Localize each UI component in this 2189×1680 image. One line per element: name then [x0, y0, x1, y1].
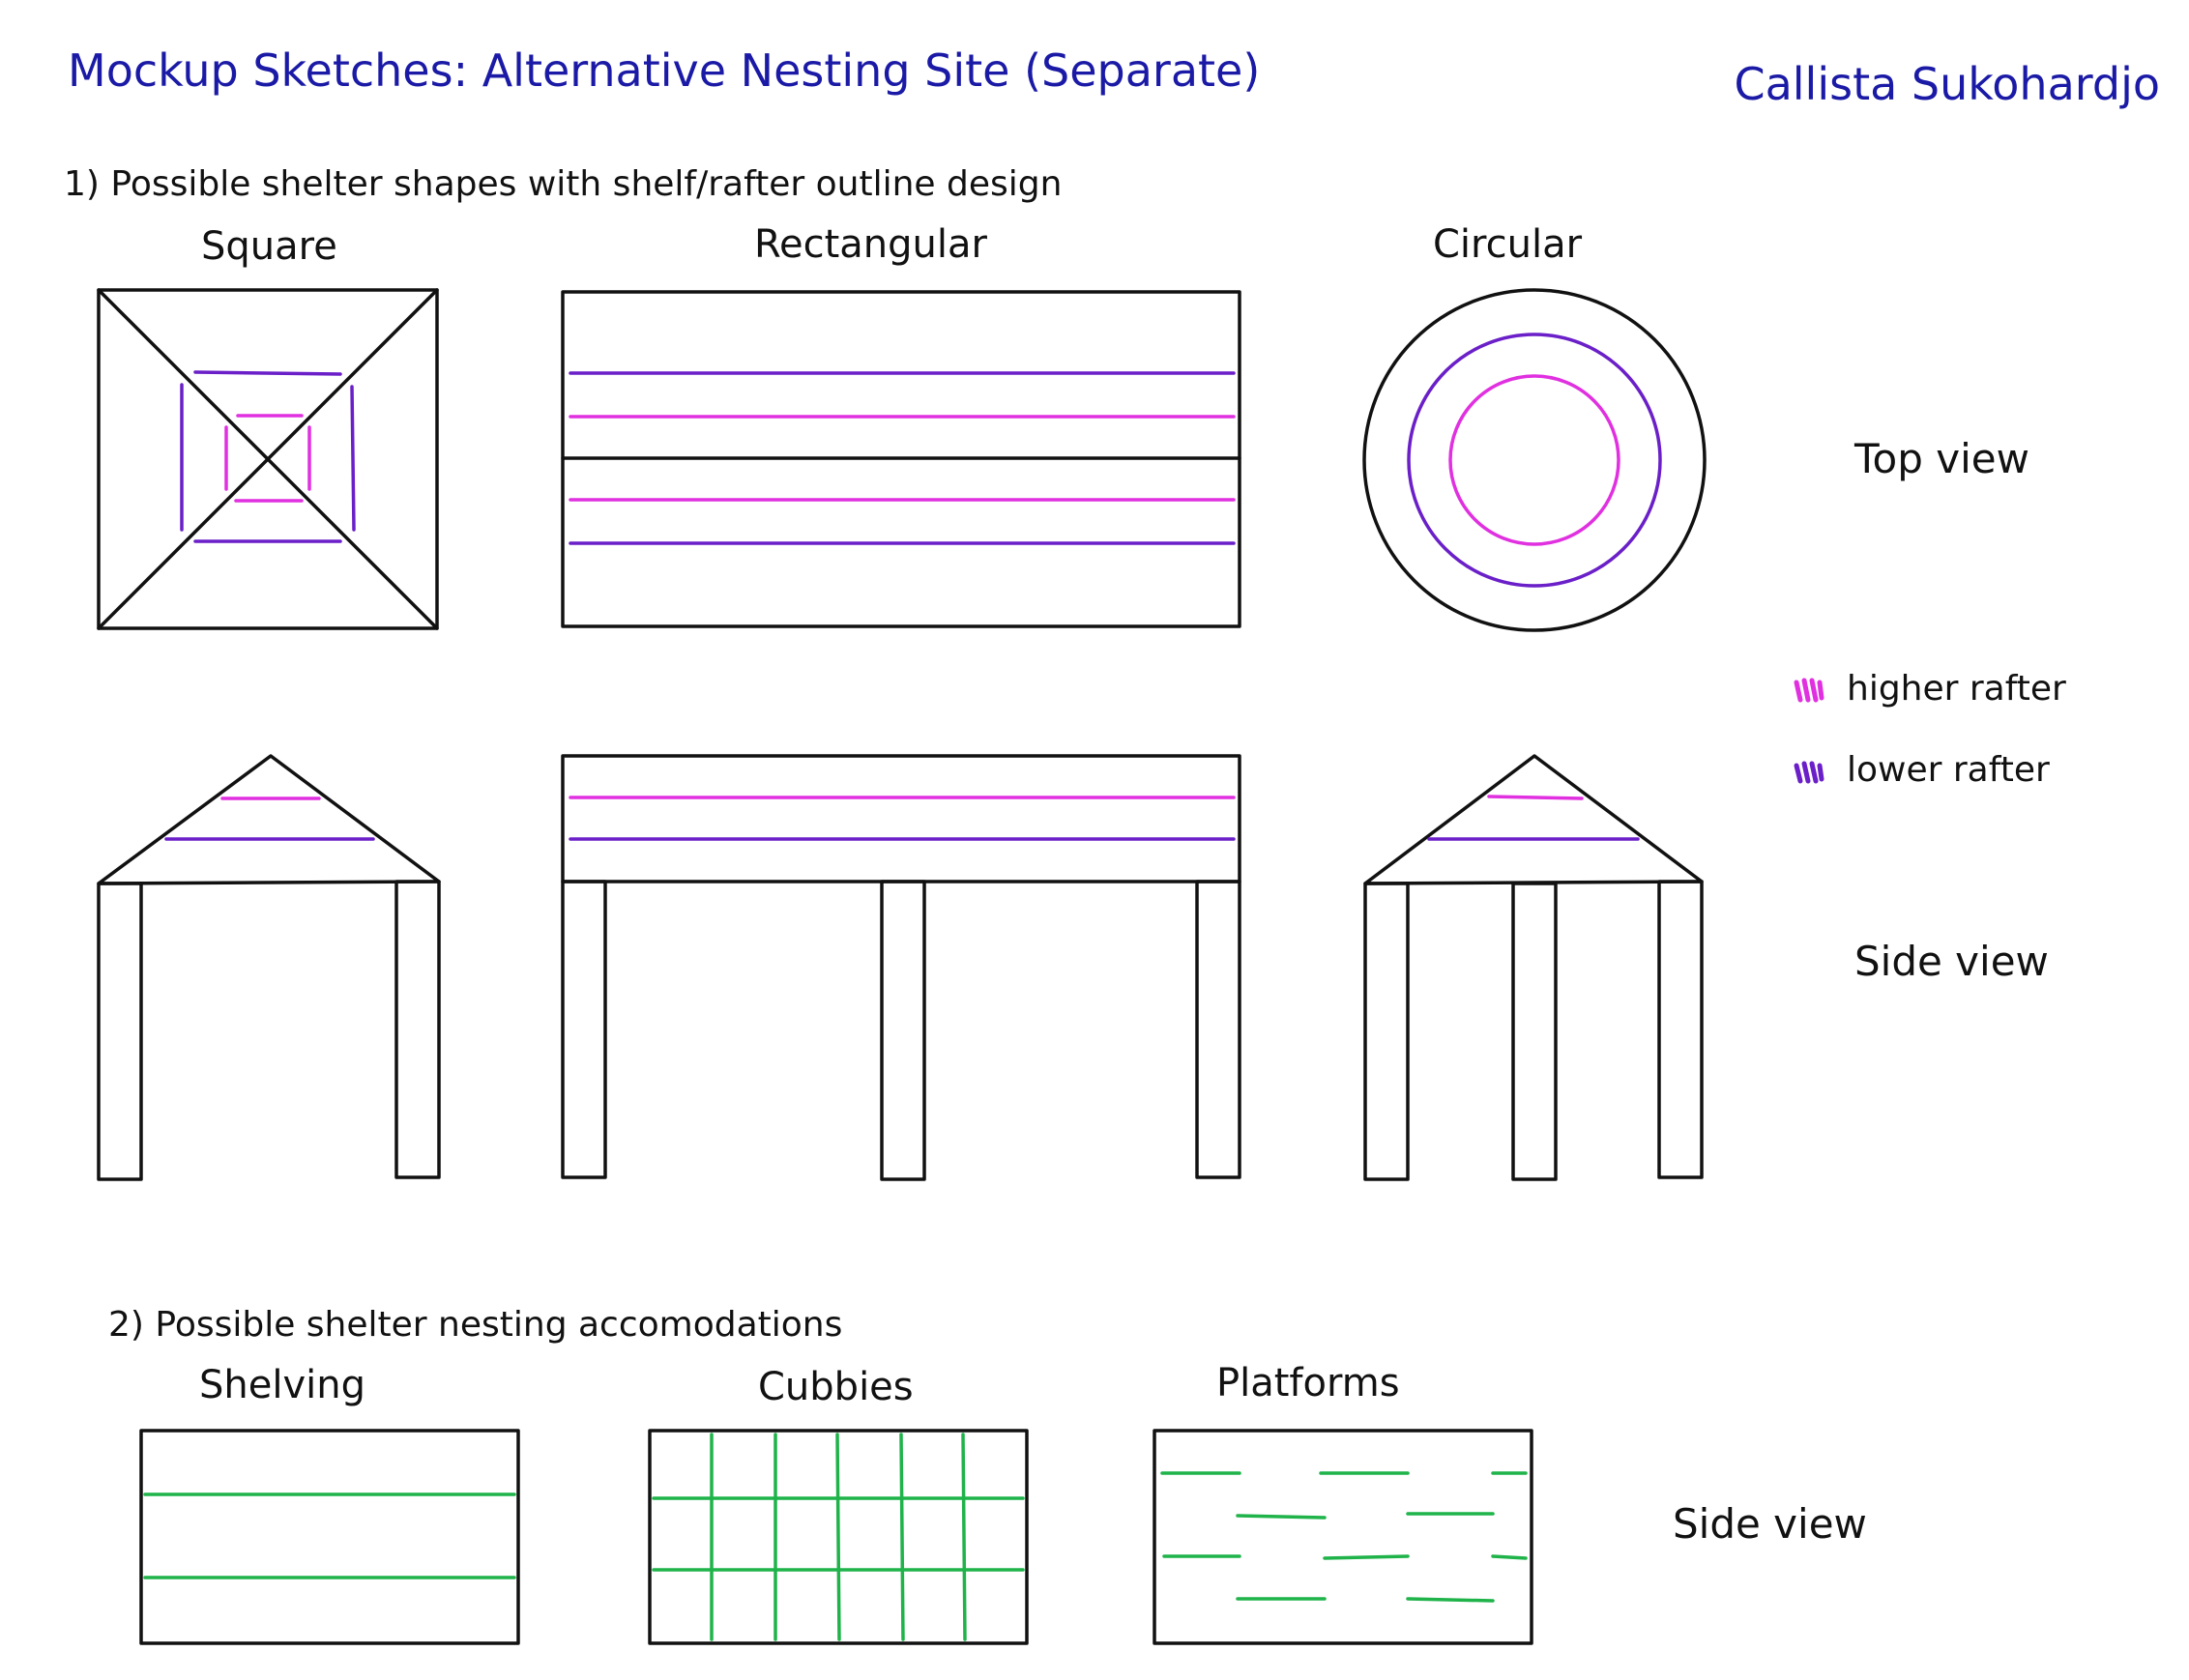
circular-top-view [1362, 288, 1707, 632]
cubbies-diagram [648, 1429, 1029, 1645]
rectangular-side-view [561, 754, 1241, 1181]
platforms-diagram [1153, 1429, 1533, 1645]
rectangular-top-view [561, 290, 1241, 628]
shelving-diagram [139, 1429, 520, 1645]
square-top-view [97, 288, 439, 630]
legend-higher-swatch-icon [1794, 678, 1824, 703]
legend-lower-swatch-icon [1794, 761, 1824, 784]
square-side-view [97, 754, 441, 1181]
circular-side-view [1363, 754, 1704, 1181]
sketch-canvas [97, 288, 1824, 1645]
